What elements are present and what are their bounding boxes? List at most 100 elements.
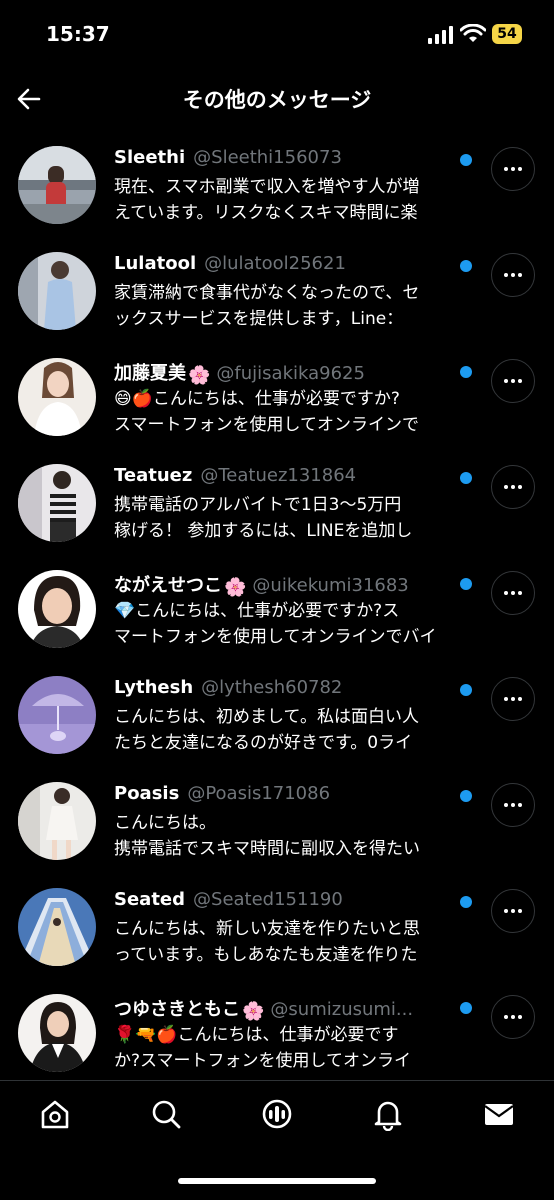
message-preview: 🌹🔫🍎こんにちは、仕事が必要です か?スマートフォンを使用してオンライ xyxy=(114,1022,476,1074)
notifications-icon[interactable] xyxy=(371,1097,405,1131)
status-time: 15:37 xyxy=(46,22,110,46)
message-request-list: Sleethi @Sleethi156073 現在、スマホ副業で収入を増やす人が増… xyxy=(0,134,554,1088)
sender-name: 加藤夏美 xyxy=(114,363,186,384)
preview-line-1: こんにちは、仕事が必要ですか?ス xyxy=(135,601,400,621)
list-item[interactable]: ながえせつこ 🌸 @uikekumi31683 💎こんにちは、仕事が必要ですか?ス … xyxy=(0,558,554,664)
more-options-button[interactable] xyxy=(491,995,535,1039)
preview-line-2: っています。もしあなたも友達を作りた xyxy=(114,945,418,965)
more-options-button[interactable] xyxy=(491,783,535,827)
more-options-button[interactable] xyxy=(491,571,535,615)
unread-indicator xyxy=(460,790,472,802)
sender-handle: @uikekumi31683 xyxy=(252,575,409,596)
more-options-button[interactable] xyxy=(491,147,535,191)
preview-line-2: えています。リスクなくスキマ時間に楽 xyxy=(114,203,418,223)
name-emoji: 🌸 xyxy=(224,577,247,597)
preview-line-2: か?スマートフォンを使用してオンライ xyxy=(114,1051,412,1071)
avatar[interactable] xyxy=(18,252,96,330)
messages-icon[interactable] xyxy=(482,1097,516,1131)
unread-indicator xyxy=(460,260,472,272)
list-item[interactable]: Teatuez @Teatuez131864 携帯電話のアルバイトで1日3～5万円… xyxy=(0,452,554,558)
more-options-button[interactable] xyxy=(491,253,535,297)
page-title: その他のメッセージ xyxy=(182,88,372,112)
avatar[interactable] xyxy=(18,464,96,542)
name-emoji: 🌸 xyxy=(242,1001,265,1021)
sender-handle: @Seated151190 xyxy=(193,889,343,910)
prefix-emoji: 😄🍎 xyxy=(114,389,153,409)
home-indicator xyxy=(178,1178,376,1184)
preview-line-1: こんにちは、新しい友達を作りたいと思 xyxy=(114,919,420,939)
preview-line-1: こんにちは、初めまして。私は面白い人 xyxy=(114,707,419,727)
message-preview: 携帯電話のアルバイトで1日3～5万円 稼げる！ 参加するには、LINEを追加し xyxy=(114,492,476,544)
unread-indicator xyxy=(460,578,472,590)
sender-handle: @fujisakika9625 xyxy=(216,363,365,384)
more-options-button[interactable] xyxy=(491,889,535,933)
list-item[interactable]: Lulatool @lulatool25621 家賃滞納で食事代がなくなったので、… xyxy=(0,240,554,346)
sender-name: つゆさきともこ xyxy=(114,999,240,1020)
preview-line-2: マートフォンを使用してオンラインでバイ xyxy=(114,627,437,647)
unread-indicator xyxy=(460,154,472,166)
sender-line: Seated @Seated151190 xyxy=(114,889,454,915)
sender-handle: @Sleethi156073 xyxy=(193,147,342,168)
avatar[interactable] xyxy=(18,358,96,436)
preview-line-1: こんにちは。 xyxy=(114,813,216,833)
avatar[interactable] xyxy=(18,782,96,860)
avatar[interactable] xyxy=(18,994,96,1072)
preview-line-1: 携帯電話のアルバイトで1日3～5万円 xyxy=(114,495,402,515)
preview-line-1: 現在、スマホ副業で収入を増やす人が増 xyxy=(114,177,420,197)
more-options-button[interactable] xyxy=(491,359,535,403)
message-preview: 家賃滞納で食事代がなくなったので、セ ックスサービスを提供します，Line： xyxy=(114,280,476,332)
sender-line: Poasis @Poasis171086 xyxy=(114,783,454,809)
avatar[interactable] xyxy=(18,676,96,754)
list-item[interactable]: 加藤夏美 🌸 @fujisakika9625 😄🍎こんにちは、仕事が必要ですか? ス… xyxy=(0,346,554,452)
prefix-emoji: 💎 xyxy=(114,601,136,621)
sender-handle: @Poasis171086 xyxy=(187,783,331,804)
unread-indicator xyxy=(460,366,472,378)
message-preview: 現在、スマホ副業で収入を増やす人が増 えています。リスクなくスキマ時間に楽 xyxy=(114,174,476,226)
message-preview: こんにちは、新しい友達を作りたいと思 っています。もしあなたも友達を作りた xyxy=(114,916,476,968)
name-emoji: 🌸 xyxy=(188,365,211,385)
more-options-button[interactable] xyxy=(491,465,535,509)
preview-line-2: たちと友達になるのが好きです。0ライ xyxy=(114,733,413,753)
sender-line: Teatuez @Teatuez131864 xyxy=(114,465,454,491)
avatar[interactable] xyxy=(18,146,96,224)
preview-line-2: 稼げる！ 参加するには、LINEを追加し xyxy=(114,521,413,541)
sender-line: Lythesh @lythesh60782 xyxy=(114,677,454,703)
unread-indicator xyxy=(460,684,472,696)
sender-name: Seated xyxy=(114,889,186,910)
sender-name: Lythesh xyxy=(114,677,194,698)
sender-line: Sleethi @Sleethi156073 xyxy=(114,147,454,173)
message-preview: こんにちは、初めまして。私は面白い人 たちと友達になるのが好きです。0ライ xyxy=(114,704,476,756)
avatar[interactable] xyxy=(18,888,96,966)
unread-indicator xyxy=(460,1002,472,1014)
sender-line: 加藤夏美 🌸 @fujisakika9625 xyxy=(114,359,454,385)
home-icon[interactable] xyxy=(38,1097,72,1131)
list-item[interactable]: Poasis @Poasis171086 こんにちは。 携帯電話でスキマ時間に副収… xyxy=(0,770,554,876)
more-options-button[interactable] xyxy=(491,677,535,721)
unread-indicator xyxy=(460,896,472,908)
preview-line-2: ックスサービスを提供します，Line： xyxy=(114,309,404,329)
battery-indicator: 54 xyxy=(492,24,522,44)
sender-line: Lulatool @lulatool25621 xyxy=(114,253,454,279)
list-item[interactable]: Lythesh @lythesh60782 こんにちは、初めまして。私は面白い人 … xyxy=(0,664,554,770)
preview-line-2: 携帯電話でスキマ時間に副収入を得たい xyxy=(114,839,420,859)
list-item[interactable]: Sleethi @Sleethi156073 現在、スマホ副業で収入を増やす人が増… xyxy=(0,134,554,240)
spaces-icon[interactable] xyxy=(260,1097,294,1131)
preview-line-1: こんにちは、仕事が必要です xyxy=(177,1025,399,1045)
sender-name: ながえせつこ xyxy=(114,575,222,596)
list-item[interactable]: Seated @Seated151190 こんにちは、新しい友達を作りたいと思 っ… xyxy=(0,876,554,982)
sender-handle: @lythesh60782 xyxy=(201,677,343,698)
sender-line: ながえせつこ 🌸 @uikekumi31683 xyxy=(114,571,454,597)
message-preview: こんにちは。 携帯電話でスキマ時間に副収入を得たい xyxy=(114,810,476,862)
prefix-emoji: 🌹🔫🍎 xyxy=(114,1025,178,1045)
message-preview: 💎こんにちは、仕事が必要ですか?ス マートフォンを使用してオンラインでバイ xyxy=(114,598,476,650)
wifi-icon xyxy=(460,24,486,42)
search-icon[interactable] xyxy=(149,1097,183,1131)
unread-indicator xyxy=(460,472,472,484)
sender-name: Poasis xyxy=(114,783,180,804)
sender-handle: @Teatuez131864 xyxy=(200,465,357,486)
list-item[interactable]: つゆさきともこ 🌸 @sumizusumi... 🌹🔫🍎こんにちは、仕事が必要です … xyxy=(0,982,554,1088)
preview-line-2: スマートフォンを使用してオンラインで xyxy=(114,415,419,435)
sender-handle: @lulatool25621 xyxy=(204,253,346,274)
sender-line: つゆさきともこ 🌸 @sumizusumi... xyxy=(114,995,454,1021)
avatar[interactable] xyxy=(18,570,96,648)
